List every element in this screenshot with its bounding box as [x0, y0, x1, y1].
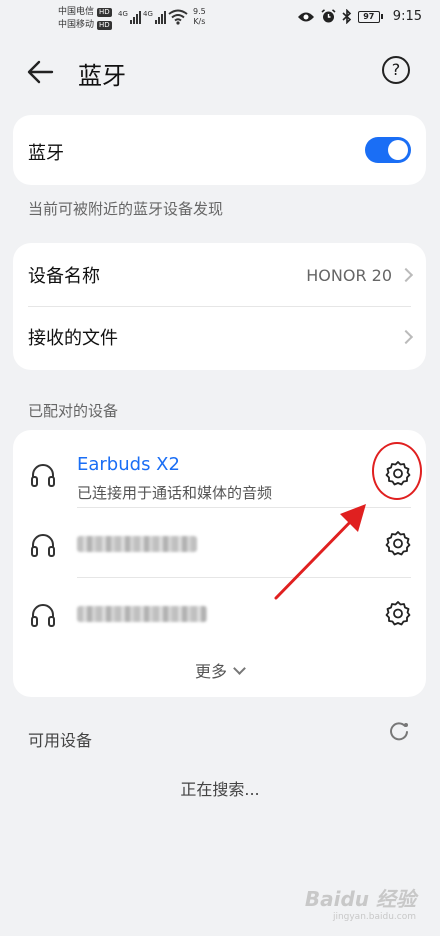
bluetooth-toggle-card: 蓝牙	[13, 115, 426, 185]
carrier-2: 中国移动	[58, 20, 95, 30]
received-files-label: 接收的文件	[28, 328, 118, 349]
signal-icon-1: 4G	[118, 10, 141, 24]
page-title: 蓝牙	[78, 62, 126, 90]
received-files-row[interactable]: 接收的文件	[13, 307, 426, 367]
device-status: 已连接用于通话和媒体的音频	[77, 484, 273, 502]
blurred-device-name	[77, 606, 207, 622]
wifi-icon	[168, 9, 188, 25]
device-name-value: HONOR 20	[306, 265, 392, 285]
header: 蓝牙 ?	[0, 50, 440, 94]
headphones-icon	[31, 464, 55, 487]
gear-icon[interactable]	[385, 600, 411, 626]
carrier-1: 中国电信	[58, 7, 95, 17]
paired-device-row[interactable]: Earbuds X2 已连接用于通话和媒体的音频	[13, 438, 426, 508]
help-button[interactable]: ?	[382, 56, 410, 84]
device-info-card: 设备名称 HONOR 20 接收的文件	[13, 243, 426, 370]
chevron-down-icon	[233, 662, 246, 675]
back-arrow-icon[interactable]	[26, 58, 56, 86]
chevron-right-icon	[398, 329, 414, 345]
annotation-circle	[372, 442, 422, 500]
annotation-arrow	[274, 504, 366, 600]
clock: 9:15	[392, 9, 422, 24]
signal-icon-2: 4G	[143, 10, 166, 24]
status-icons: 97 9:15	[297, 9, 422, 24]
hd-badge-1: HD	[97, 8, 112, 17]
headphones-icon	[31, 604, 55, 627]
network-speed: 9.5 K/s	[193, 7, 206, 26]
carrier-info: 中国电信 HD 中国移动 HD	[58, 6, 112, 32]
paired-section-label: 已配对的设备	[28, 402, 119, 420]
chevron-right-icon	[398, 267, 414, 283]
alarm-icon	[321, 9, 336, 23]
hd-badge-2: HD	[97, 21, 112, 30]
device-name-label: 设备名称	[28, 266, 100, 287]
baidu-watermark: Baidu 经验 jingyan.baidu.com	[304, 887, 416, 922]
bluetooth-toggle[interactable]	[365, 137, 411, 163]
eye-icon	[297, 12, 314, 21]
battery-icon: 97	[357, 10, 383, 23]
bluetooth-status-icon	[342, 9, 351, 24]
more-label: 更多	[194, 662, 227, 681]
headphones-icon	[31, 534, 55, 557]
bluetooth-label: 蓝牙	[28, 143, 64, 164]
toggle-knob	[388, 140, 408, 160]
searching-status: 正在搜索...	[180, 780, 260, 799]
device-name-row[interactable]: 设备名称 HONOR 20	[13, 243, 426, 307]
blurred-device-name	[77, 536, 197, 552]
discoverable-text: 当前可被附近的蓝牙设备发现	[28, 200, 224, 218]
status-bar: 中国电信 HD 中国移动 HD 4G 4G 9.5 K/s 97 9:15	[0, 0, 440, 40]
gear-icon[interactable]	[385, 530, 411, 556]
refresh-icon[interactable]	[388, 720, 410, 742]
available-section-label: 可用设备	[28, 731, 93, 750]
device-name: Earbuds X2	[77, 454, 180, 475]
more-button[interactable]: 更多	[13, 658, 426, 682]
